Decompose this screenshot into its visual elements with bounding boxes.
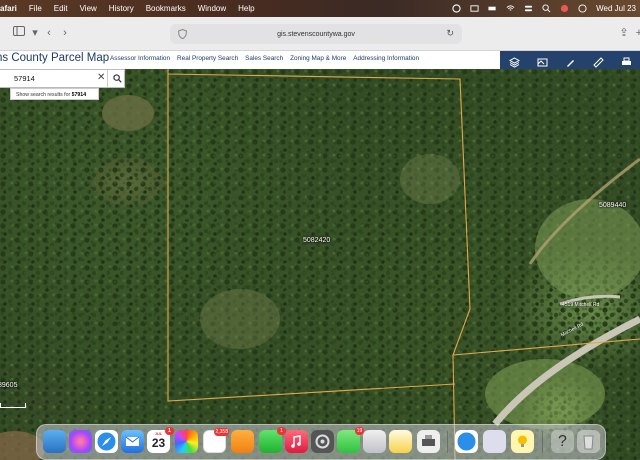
siri-icon[interactable] <box>578 4 587 13</box>
battery-icon[interactable] <box>488 4 497 13</box>
nav-real-property-search[interactable]: Real Property Search <box>177 55 238 62</box>
clearing <box>200 289 280 349</box>
search-button[interactable] <box>107 70 126 87</box>
menu-help[interactable]: Help <box>238 4 254 13</box>
url-bar[interactable]: gis.stevenscountywa.gov ↻ <box>170 24 462 44</box>
address-label: 4519 Mitchell Rd <box>562 302 600 308</box>
settings-icon[interactable] <box>311 430 334 453</box>
map-overlay <box>0 69 640 460</box>
suggestion-term: 57914 <box>71 92 87 98</box>
back-icon[interactable]: ‹ <box>42 26 56 40</box>
mail-icon[interactable] <box>121 430 144 453</box>
map-toolbar <box>500 51 640 69</box>
url-text: gis.stevenscountywa.gov <box>277 30 355 38</box>
menu-window[interactable]: Window <box>198 4 226 13</box>
dock: JUL 23 1 2,358 1 19 ? <box>36 424 606 460</box>
search-icon <box>112 74 122 83</box>
tips-icon[interactable] <box>511 430 534 453</box>
clear-icon[interactable]: ✕ <box>97 72 105 83</box>
safari-window-icon[interactable] <box>455 430 478 453</box>
menu-app-name[interactable]: afari <box>0 4 17 13</box>
safari-icon[interactable] <box>95 430 118 453</box>
help-icon[interactable]: ? <box>551 430 574 453</box>
search-input[interactable]: 57914 <box>14 74 35 83</box>
parcel-search-box: 57914 ✕ <box>0 69 125 88</box>
control-center-icon[interactable] <box>524 4 533 13</box>
nav-zoning-map[interactable]: Zoning Map & More <box>290 55 346 62</box>
calendar-badge: 1 <box>165 427 174 435</box>
draw-icon[interactable] <box>565 55 576 67</box>
print-icon[interactable] <box>621 55 632 66</box>
reminders-icon[interactable]: 2,358 <box>203 428 229 453</box>
menu-view[interactable]: View <box>80 4 97 13</box>
app-header: ns County Parcel Map Assessor Informatio… <box>0 51 640 69</box>
messages-icon[interactable]: 19 <box>337 427 364 453</box>
layers-icon[interactable] <box>508 55 520 68</box>
browser-toolbar: ▾ ‹ › gis.stevenscountywa.gov ↻ ⇪ + <box>0 17 640 51</box>
facetime-icon[interactable]: 1 <box>259 427 286 453</box>
menu-edit[interactable]: Edit <box>54 4 68 13</box>
share-icon[interactable]: ⇪ <box>617 26 631 40</box>
parcel-label-east: 5089440 <box>599 202 627 209</box>
music-icon[interactable] <box>285 430 308 453</box>
siri-app-icon[interactable] <box>69 430 92 453</box>
preview-icon[interactable] <box>363 430 386 453</box>
menu-clock[interactable]: Wed Jul 23 <box>596 4 636 13</box>
nav-sales-search[interactable]: Sales Search <box>245 55 283 62</box>
nav-assessor-information[interactable]: Assessor Information <box>110 55 170 62</box>
main-nav: Assessor Information Real Property Searc… <box>110 55 419 62</box>
user-icon[interactable] <box>560 4 569 13</box>
parcel-map[interactable]: 5082420 5089440 89605 4519 Mitchell Rd M… <box>0 69 640 460</box>
menu-file[interactable]: File <box>29 4 42 13</box>
status-circle-icon[interactable] <box>452 4 461 13</box>
menu-bar: afari File Edit View History Bookmarks W… <box>0 0 640 17</box>
page-title: ns County Parcel Map <box>0 52 110 64</box>
dock-separator <box>447 431 448 453</box>
privacy-shield-icon[interactable] <box>178 29 187 39</box>
printer-icon[interactable] <box>417 430 440 453</box>
wifi-icon[interactable] <box>506 4 515 13</box>
parcel-label-main: 5082420 <box>303 237 331 244</box>
pages-icon[interactable] <box>231 430 254 453</box>
basemap-gallery-icon[interactable] <box>537 55 548 66</box>
search-spotlight-icon[interactable] <box>542 4 551 13</box>
menu-history[interactable]: History <box>109 4 134 13</box>
nav-addressing-information[interactable]: Addressing Information <box>353 55 419 62</box>
forward-icon[interactable]: › <box>58 26 72 40</box>
search-suggestion[interactable]: Show search results for 57914 <box>10 88 99 100</box>
calendar-icon[interactable]: JUL 23 1 <box>147 427 174 453</box>
photos-icon[interactable] <box>175 430 198 453</box>
sidebar-icon[interactable] <box>12 26 26 40</box>
new-tab-icon[interactable]: + <box>632 26 640 40</box>
reminders-badge: 2,358 <box>214 428 229 436</box>
suggestion-prefix: Show search results for <box>16 92 72 98</box>
parcel-label-southwest: 89605 <box>0 382 18 389</box>
finder-icon[interactable] <box>43 430 66 453</box>
menu-bookmarks[interactable]: Bookmarks <box>146 4 186 13</box>
dock-separator-2 <box>542 431 543 453</box>
display-icon[interactable] <box>470 4 479 13</box>
chevron-down-icon[interactable]: ▾ <box>28 26 42 40</box>
notes-icon[interactable] <box>389 430 412 453</box>
trash-icon[interactable] <box>577 430 600 453</box>
window-thumbnail-icon[interactable] <box>483 430 506 453</box>
scale-bar <box>0 403 26 408</box>
reload-icon[interactable]: ↻ <box>446 28 454 39</box>
measure-icon[interactable] <box>592 55 604 68</box>
calendar-day: 23 <box>151 436 166 450</box>
pond <box>102 95 154 131</box>
